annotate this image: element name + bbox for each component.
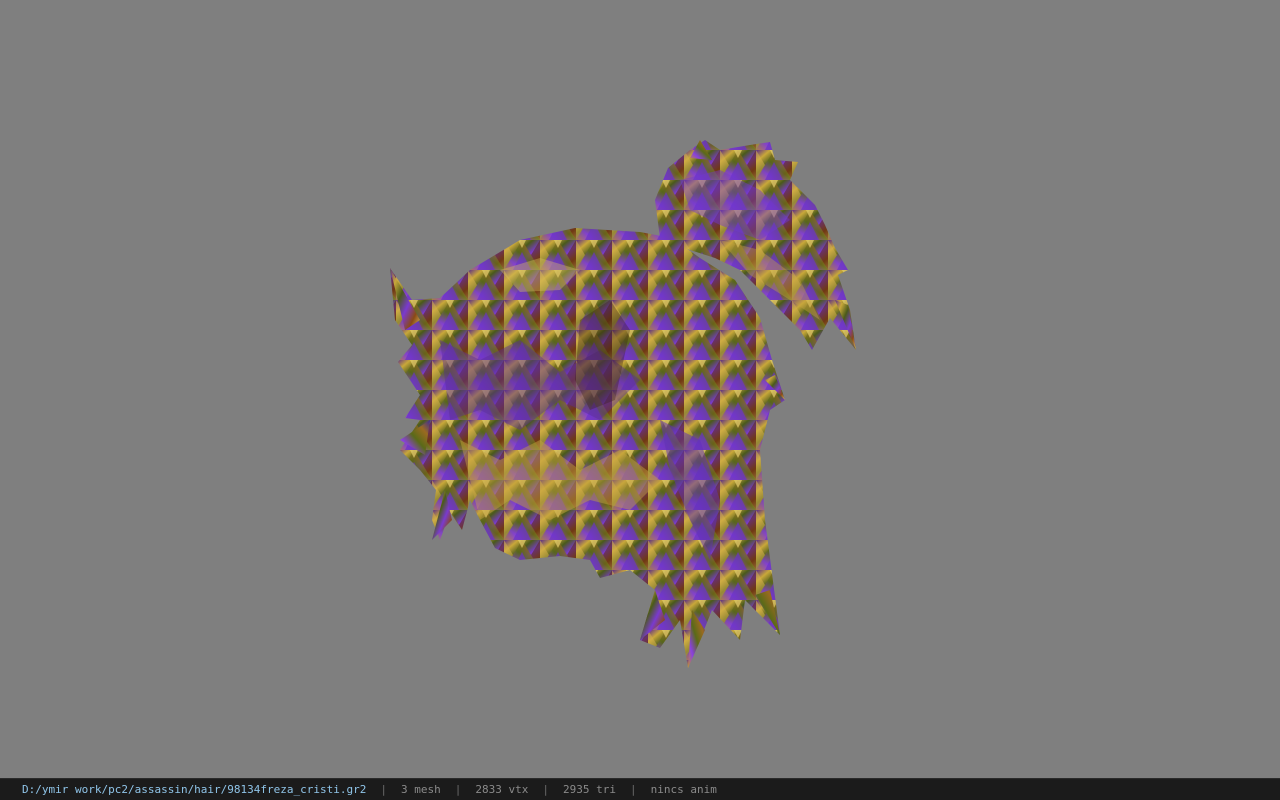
vertex-count-label: 2833 vtx (475, 783, 529, 796)
triangle-count-label: 2935 tri (562, 783, 616, 796)
separator: | (629, 783, 637, 796)
separator: | (454, 783, 462, 796)
separator: | (380, 783, 387, 796)
separator: | (542, 783, 549, 796)
hair-model[interactable] (0, 0, 1280, 778)
hair-main-mass (390, 228, 785, 668)
mesh-count-label: 3 mesh (401, 783, 441, 796)
status-bar: D:/ymir work/pc2/assassin/hair/98134frez… (0, 778, 1280, 800)
file-path-label: D:/ymir work/pc2/assassin/hair/98134frez… (22, 783, 367, 796)
anim-status-label: nincs anim (650, 783, 717, 796)
3d-viewport[interactable] (0, 0, 1280, 778)
